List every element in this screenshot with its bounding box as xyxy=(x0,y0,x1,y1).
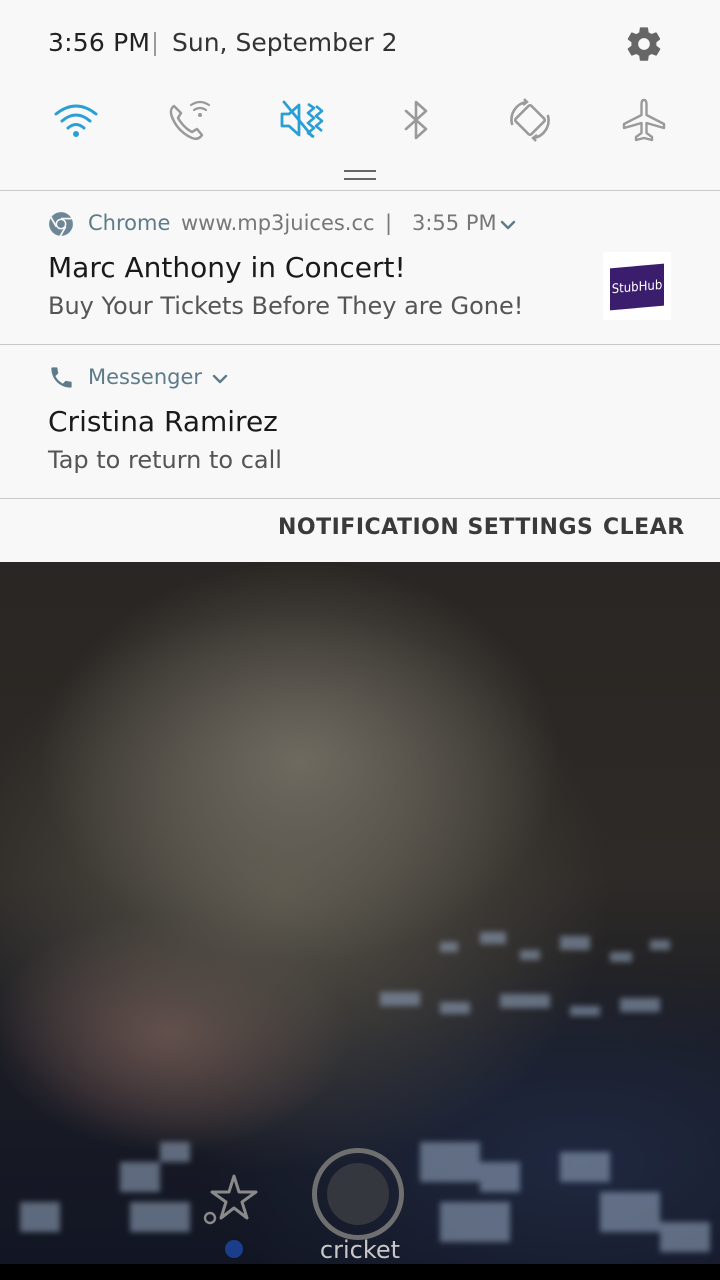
notification-panel: 3:56 PM Sun, September 2 Chrome www.mp3j… xyxy=(0,0,720,562)
shutter-button[interactable] xyxy=(312,1148,404,1240)
notification-app-name: Chrome xyxy=(88,211,171,235)
chevron-down-icon[interactable] xyxy=(498,215,518,235)
notification-title: Marc Anthony in Concert! xyxy=(48,251,406,284)
chrome-icon xyxy=(49,212,73,237)
notification-source: www.mp3juices.cc xyxy=(181,211,375,235)
gear-icon[interactable] xyxy=(624,24,664,64)
clear-button[interactable]: CLEAR xyxy=(603,515,685,540)
panel-drag-handle[interactable] xyxy=(344,170,376,180)
notification-body: Tap to return to call xyxy=(48,446,282,474)
header-separator xyxy=(154,32,156,56)
carrier-label: cricket xyxy=(319,1236,401,1264)
mode-indicator-dot xyxy=(225,1240,243,1258)
wifi-icon[interactable] xyxy=(52,96,100,144)
airplane-mode-icon[interactable] xyxy=(620,96,668,144)
navigation-bar xyxy=(0,1264,720,1280)
notification-title: Cristina Ramirez xyxy=(48,405,278,438)
mute-vibrate-icon[interactable] xyxy=(278,96,326,144)
shutter-inner xyxy=(327,1163,389,1225)
date-label: Sun, September 2 xyxy=(172,28,398,57)
stubhub-logo: StubHub xyxy=(610,263,664,311)
star-effects-icon[interactable] xyxy=(200,1170,264,1230)
status-header: 3:56 PM Sun, September 2 xyxy=(0,0,720,90)
stubhub-thumbnail: StubHub xyxy=(603,252,671,320)
notification-meta-separator: | xyxy=(385,211,393,235)
notification-messenger[interactable]: Messenger Cristina Ramirez Tap to return… xyxy=(0,345,720,498)
bluetooth-icon[interactable] xyxy=(392,96,440,144)
notification-app-name: Messenger xyxy=(88,365,203,389)
notification-actions: NOTIFICATION SETTINGS CLEAR xyxy=(0,499,720,562)
notification-body: Buy Your Tickets Before They are Gone! xyxy=(48,292,524,320)
auto-rotate-icon[interactable] xyxy=(506,96,554,144)
phone-icon xyxy=(51,367,72,388)
notification-time: 3:55 PM xyxy=(412,211,497,235)
notification-settings-button[interactable]: NOTIFICATION SETTINGS xyxy=(278,515,593,540)
clock: 3:56 PM xyxy=(48,28,151,57)
wifi-calling-icon[interactable] xyxy=(164,96,212,144)
chevron-down-icon[interactable] xyxy=(210,369,230,389)
